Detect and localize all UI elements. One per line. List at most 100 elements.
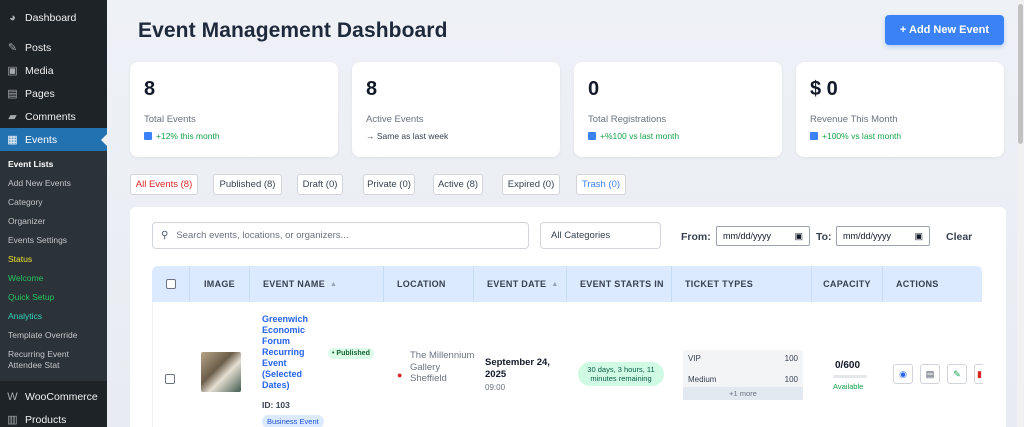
search-placeholder: Search events, locations, or organizers.… [176,230,349,241]
filter-all-events[interactable]: All Events (8) [130,174,198,195]
sidebar-item-posts[interactable]: ✎ Posts [0,36,107,59]
stat-change: → Same as last week [366,131,449,141]
location-pin-icon: ● [397,370,403,380]
select-all-checkbox[interactable] [165,279,176,289]
ticket-name: Medium [688,375,717,384]
sidebar-item-pages[interactable]: ▤ Pages [0,82,107,105]
date-placeholder: mm/dd/yyyy [723,231,772,241]
sort-icon: ▲ [551,280,559,288]
submenu-welcome[interactable]: Welcome [0,269,107,288]
column-label: EVENT STARTS IN [580,279,664,289]
event-thumbnail [201,352,241,392]
sidebar-item-comments[interactable]: ▰ Comments [0,105,107,128]
dashboard-icon: ◕ [9,11,16,24]
column-label: CAPACITY [823,279,871,289]
event-location: The Millennium Gallery Sheffield [410,350,475,384]
copy-button[interactable]: ▤ [920,364,940,384]
submenu-events-settings[interactable]: Events Settings [0,231,107,250]
filter-private[interactable]: Private (0) [363,174,415,195]
select-all-cell [152,266,190,302]
stat-change: +100% vs last month [822,131,902,141]
sidebar-item-woocommerce[interactable]: W WooCommerce [0,385,107,408]
submenu-recurring-attendee-stat[interactable]: Recurring Event Attendee Stat [0,345,107,375]
filter-trash[interactable]: Trash (0) [576,174,626,195]
stat-label: Total Events [144,114,196,125]
search-input[interactable]: ⚲ Search events, locations, or organizer… [152,222,529,249]
sidebar-item-label: Dashboard [25,11,77,24]
submenu-event-lists[interactable]: Event Lists [0,155,107,174]
ticket-qty: 100 [784,375,798,384]
scrollbar-thumb[interactable] [1018,4,1023,144]
column-label: EVENT NAME [263,279,326,289]
header-actions: ACTIONS [883,266,982,302]
submenu-category[interactable]: Category [0,193,107,212]
event-id: ID: 103 [262,400,290,410]
products-icon: ▥ [7,414,18,426]
sidebar-item-label: Events [25,133,58,146]
submenu-organizer[interactable]: Organizer [0,212,107,231]
comments-icon: ▰ [8,111,17,123]
calendar-icon: ▦ [7,134,18,146]
submenu-analytics[interactable]: Analytics [0,307,107,326]
stat-value: 8 [366,78,378,100]
search-icon: ⚲ [161,230,169,241]
capacity-bar [833,375,867,378]
filter-draft[interactable]: Draft (0) [297,174,343,195]
stat-card-total-registrations: 0 Total Registrations +%100 vs last mont… [574,62,782,157]
sort-icon: ▲ [330,280,338,288]
row-checkbox[interactable] [165,374,175,384]
add-new-event-button[interactable]: + Add New Event [885,15,1004,45]
from-date-input[interactable]: mm/dd/yyyy ▣ [716,226,810,246]
delete-button[interactable]: ▮ [974,364,983,384]
header-starts-in: EVENT STARTS IN [567,266,672,302]
to-date-input[interactable]: mm/dd/yyyy ▣ [836,226,930,246]
submenu-status[interactable]: Status [0,250,107,269]
calendar-icon[interactable]: ▣ [914,231,923,242]
page-title: Event Management Dashboard [138,19,448,42]
category-badge: Business Event [262,415,324,427]
edit-button[interactable]: ✎ [947,364,967,384]
sidebar-item-label: Products [25,413,67,426]
media-icon: ▣ [7,65,18,77]
header-event-name[interactable]: EVENT NAME ▲ [250,266,384,302]
submenu-add-new-events[interactable]: Add New Events [0,174,107,193]
sidebar-item-label: Comments [25,110,76,123]
from-label: From: [681,231,711,243]
stat-change: +12% this month [156,131,220,141]
column-label: IMAGE [203,279,235,289]
stat-value: 8 [144,78,156,100]
calendar-icon[interactable]: ▣ [794,231,803,242]
sidebar-item-dashboard[interactable]: ◕ Dashboard [0,6,107,29]
trend-up-icon [588,132,596,140]
view-button[interactable]: ◉ [893,364,913,384]
submenu-template-override[interactable]: Template Override [0,326,107,345]
stat-value: 0 [588,78,600,100]
more-tickets-button[interactable]: +1 more [683,387,803,400]
scrollbar[interactable] [1017,0,1024,427]
copy-icon: ▤ [925,368,935,379]
sidebar-item-media[interactable]: ▣ Media [0,59,107,82]
clear-button[interactable]: Clear [946,231,972,243]
category-select[interactable]: All Categories [540,222,661,249]
header-location: LOCATION [384,266,474,302]
ticket-types-box: VIP 100 Medium 100 +1 more [683,350,803,400]
pin-icon: ✎ [7,42,18,54]
sidebar-item-events[interactable]: ▦ Events [0,128,107,151]
event-name-link[interactable]: Greenwich Economic Forum Recurring Event… [262,314,322,391]
header-event-date[interactable]: EVENT DATE ▲ [474,266,567,302]
stat-change: +%100 vs last month [600,131,680,141]
date-placeholder: mm/dd/yyyy [843,231,892,241]
filter-expired[interactable]: Expired (0) [502,174,560,195]
events-submenu: Event Lists Add New Events Category Orga… [0,151,107,381]
to-label: To: [816,231,832,243]
trend-up-icon [144,132,152,140]
capacity-value: 0/600 [835,360,861,371]
sidebar-item-products[interactable]: ▥ Products [0,408,107,427]
stat-card-revenue: $ 0 Revenue This Month +100% vs last mon… [796,62,1004,157]
filter-active[interactable]: Active (8) [433,174,483,195]
event-date: September 24, 2025 [485,357,550,380]
submenu-quick-setup[interactable]: Quick Setup [0,288,107,307]
woocommerce-icon: W [7,390,18,403]
filter-published[interactable]: Published (8) [213,174,282,195]
stat-card-active-events: 8 Active Events → Same as last week [352,62,560,157]
